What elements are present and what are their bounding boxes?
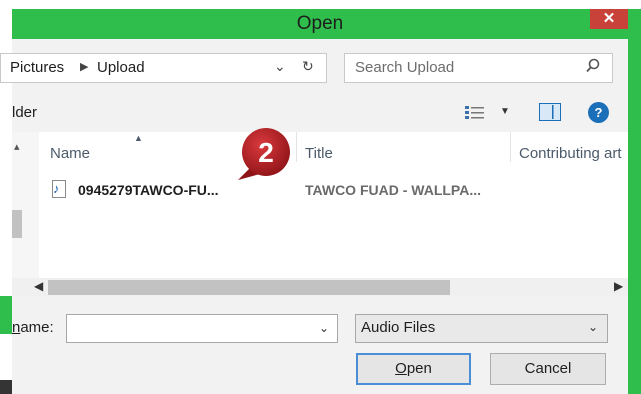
view-dropdown-icon[interactable]: ▼ — [500, 106, 510, 117]
preview-pane-icon[interactable] — [539, 103, 561, 121]
search-placeholder: Search Upload — [355, 59, 455, 76]
open-button[interactable]: Open — [356, 353, 471, 385]
file-name-label: name: — [12, 319, 54, 336]
search-icon[interactable] — [586, 58, 600, 77]
nav-scrollbar-thumb[interactable] — [12, 210, 22, 238]
chevron-down-icon[interactable]: ⌄ — [588, 320, 598, 334]
sort-ascending-icon: ▲ — [134, 133, 143, 143]
file-name[interactable]: 0945279TAWCO-FU... — [78, 182, 219, 198]
close-button[interactable]: ✕ — [590, 9, 628, 29]
file-title[interactable]: TAWCO FUAD - WALLPA... — [305, 182, 481, 198]
background-window-strip — [0, 296, 12, 334]
scroll-left-icon[interactable]: ◀ — [34, 279, 43, 293]
column-header-title[interactable]: Title — [305, 145, 333, 162]
column-header-name[interactable]: Name — [50, 145, 90, 162]
music-note-icon: ♪ — [53, 181, 60, 196]
nav-scroll-up-icon[interactable]: ▴ — [14, 140, 20, 153]
scroll-right-icon[interactable]: ▶ — [614, 279, 623, 293]
window-border-right — [628, 9, 641, 394]
window-title: Open — [296, 13, 344, 34]
new-folder-button[interactable]: lder — [12, 104, 37, 121]
help-icon[interactable]: ? — [588, 102, 609, 123]
background-taskbar-edge — [0, 380, 12, 394]
refresh-icon[interactable]: ↻ — [302, 58, 314, 75]
chevron-down-icon[interactable]: ⌄ — [319, 321, 329, 335]
breadcrumb-upload[interactable]: Upload — [97, 59, 145, 76]
breadcrumb-pictures[interactable]: Pictures — [10, 59, 64, 76]
view-details-icon[interactable] — [464, 105, 486, 121]
chevron-right-icon[interactable]: ▶ — [80, 60, 88, 73]
file-name-input[interactable] — [66, 314, 338, 343]
cancel-button[interactable]: Cancel — [490, 353, 606, 385]
step-callout: 2 — [230, 122, 300, 192]
horizontal-scrollbar-thumb[interactable] — [48, 280, 450, 295]
column-header-contributing-artists[interactable]: Contributing art — [519, 145, 622, 162]
file-type-value: Audio Files — [361, 319, 436, 336]
chevron-down-icon[interactable]: ⌄ — [274, 58, 286, 75]
step-number: 2 — [258, 137, 274, 168]
close-icon: ✕ — [602, 10, 616, 27]
column-divider[interactable] — [510, 132, 511, 162]
